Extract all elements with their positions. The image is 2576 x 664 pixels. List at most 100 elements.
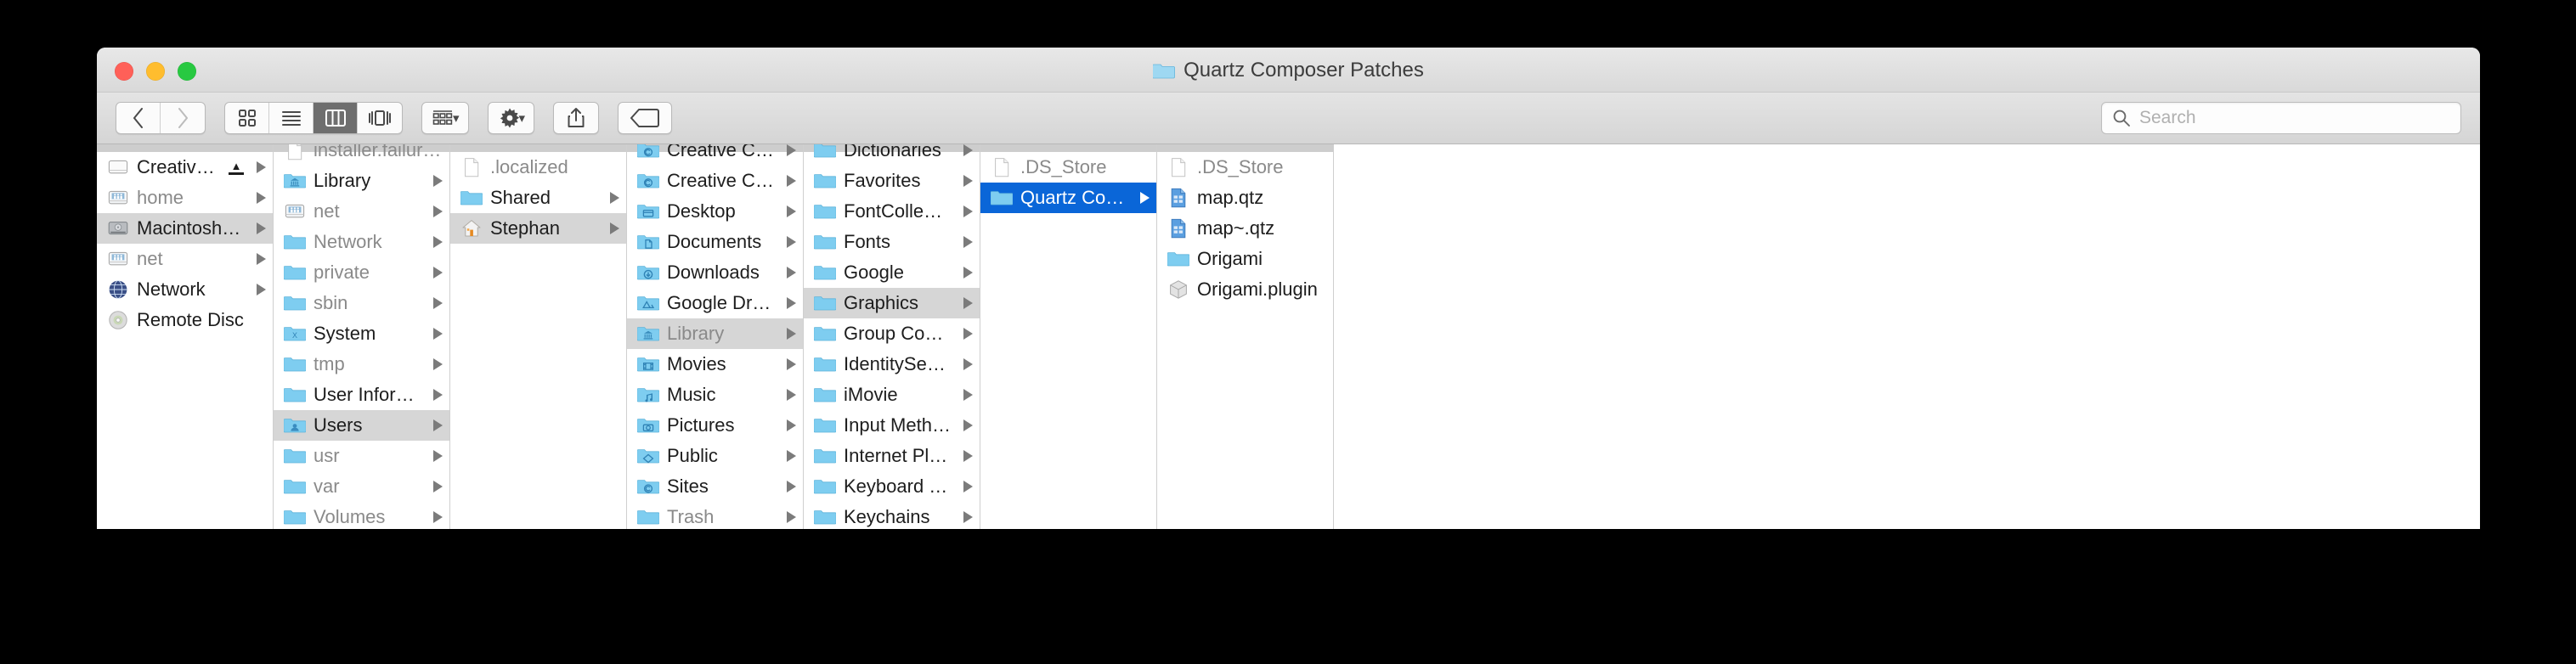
disclosure-arrow-icon[interactable] xyxy=(433,358,443,370)
column-scroll-track[interactable] xyxy=(450,144,626,152)
disclosure-arrow-icon[interactable] xyxy=(963,205,973,217)
list-item[interactable]: sbin xyxy=(274,288,449,318)
list-item[interactable]: Library xyxy=(274,166,449,196)
list-item[interactable]: Network xyxy=(274,227,449,257)
list-item[interactable]: User Information xyxy=(274,380,449,410)
disclosure-arrow-icon[interactable] xyxy=(610,192,619,204)
list-item[interactable]: Users xyxy=(274,410,449,441)
disclosure-arrow-icon[interactable] xyxy=(963,419,973,431)
disclosure-arrow-icon[interactable] xyxy=(787,175,796,187)
list-item[interactable]: Trash xyxy=(627,502,803,529)
disclosure-arrow-icon[interactable] xyxy=(787,419,796,431)
list-item[interactable]: X System xyxy=(274,318,449,349)
disclosure-arrow-icon[interactable] xyxy=(787,450,796,462)
disclosure-arrow-icon[interactable] xyxy=(787,297,796,309)
column-scroll-track[interactable] xyxy=(97,144,273,152)
list-item[interactable]: Music xyxy=(627,380,803,410)
disclosure-arrow-icon[interactable] xyxy=(963,511,973,523)
disclosure-arrow-icon[interactable] xyxy=(433,236,443,248)
window-titlebar[interactable]: Quartz Composer Patches xyxy=(97,48,2480,93)
list-item[interactable]: var xyxy=(274,471,449,502)
list-item[interactable]: Macintosh HD xyxy=(97,213,273,244)
column-scroll-track[interactable] xyxy=(980,144,1156,152)
list-item[interactable]: Favorites xyxy=(804,166,980,196)
list-item[interactable]: usr xyxy=(274,441,449,471)
disclosure-arrow-icon[interactable] xyxy=(610,222,619,234)
list-item[interactable]: Desktop xyxy=(627,196,803,227)
disclosure-arrow-icon[interactable] xyxy=(787,389,796,401)
list-item[interactable]: map.qtz xyxy=(1157,183,1333,213)
list-item[interactable]: installer.failurerequests xyxy=(274,144,449,166)
list-item[interactable]: Creative Cloud Files xyxy=(627,144,803,166)
disclosure-arrow-icon[interactable] xyxy=(787,481,796,492)
list-item[interactable]: Creative Clo…es (unknown) xyxy=(627,166,803,196)
disclosure-arrow-icon[interactable] xyxy=(257,253,266,265)
action-button[interactable]: ▾ xyxy=(487,102,535,134)
list-item[interactable]: Quartz Composer Patches xyxy=(980,183,1156,213)
disclosure-arrow-icon[interactable] xyxy=(433,205,443,217)
disclosure-arrow-icon[interactable] xyxy=(257,161,266,173)
list-item[interactable]: Origami xyxy=(1157,244,1333,274)
disclosure-arrow-icon[interactable] xyxy=(963,175,973,187)
list-item[interactable]: Creative…d Installer ▲ xyxy=(97,152,273,183)
share-button[interactable] xyxy=(553,102,600,134)
list-item[interactable]: Network xyxy=(97,274,273,305)
arrange-button[interactable]: ▾ xyxy=(421,102,469,134)
list-item[interactable]: Origami.plugin xyxy=(1157,274,1333,305)
disclosure-arrow-icon[interactable] xyxy=(433,328,443,340)
list-item[interactable]: Downloads xyxy=(627,257,803,288)
disclosure-arrow-icon[interactable] xyxy=(787,328,796,340)
disclosure-arrow-icon[interactable] xyxy=(257,192,266,204)
list-item[interactable]: .DS_Store xyxy=(1157,152,1333,183)
disclosure-arrow-icon[interactable] xyxy=(787,511,796,523)
search-input[interactable]: Search xyxy=(2139,108,2196,128)
list-item[interactable]: Documents xyxy=(627,227,803,257)
list-item[interactable]: Public xyxy=(627,441,803,471)
list-item[interactable]: Movies xyxy=(627,349,803,380)
list-item[interactable]: FontCollections xyxy=(804,196,980,227)
disclosure-arrow-icon[interactable] xyxy=(433,175,443,187)
list-item[interactable]: Group Containers xyxy=(804,318,980,349)
disclosure-arrow-icon[interactable] xyxy=(433,389,443,401)
list-item[interactable]: Graphics xyxy=(804,288,980,318)
disclosure-arrow-icon[interactable] xyxy=(257,222,266,234)
disclosure-arrow-icon[interactable] xyxy=(433,297,443,309)
list-item[interactable]: Fonts xyxy=(804,227,980,257)
disclosure-arrow-icon[interactable] xyxy=(963,267,973,279)
disclosure-arrow-icon[interactable] xyxy=(963,236,973,248)
coverflow-view-button[interactable] xyxy=(358,103,402,133)
disclosure-arrow-icon[interactable] xyxy=(963,450,973,462)
list-item[interactable]: Shared xyxy=(450,183,626,213)
disclosure-arrow-icon[interactable] xyxy=(433,511,443,523)
list-item[interactable]: Google xyxy=(804,257,980,288)
list-item[interactable]: Stephan xyxy=(450,213,626,244)
search-field[interactable]: Search xyxy=(2101,102,2461,134)
disclosure-arrow-icon[interactable] xyxy=(963,358,973,370)
tags-button[interactable] xyxy=(618,102,673,134)
list-item[interactable]: IdentityServices xyxy=(804,349,980,380)
list-item[interactable]: map~.qtz xyxy=(1157,213,1333,244)
list-item[interactable]: private xyxy=(274,257,449,288)
list-item[interactable]: Remote Disc xyxy=(97,305,273,335)
eject-icon[interactable]: ▲ xyxy=(229,160,244,175)
column-view-button[interactable] xyxy=(314,103,358,133)
disclosure-arrow-icon[interactable] xyxy=(433,450,443,462)
list-item[interactable]: home xyxy=(97,183,273,213)
list-item[interactable]: Sites xyxy=(627,471,803,502)
disclosure-arrow-icon[interactable] xyxy=(787,267,796,279)
list-item[interactable]: Internet Plug-Ins xyxy=(804,441,980,471)
forward-button[interactable] xyxy=(161,103,205,133)
list-item[interactable]: Pictures xyxy=(627,410,803,441)
disclosure-arrow-icon[interactable] xyxy=(433,267,443,279)
disclosure-arrow-icon[interactable] xyxy=(787,144,796,156)
disclosure-arrow-icon[interactable] xyxy=(433,481,443,492)
disclosure-arrow-icon[interactable] xyxy=(1140,192,1150,204)
list-item[interactable]: tmp xyxy=(274,349,449,380)
list-item[interactable]: net xyxy=(97,244,273,274)
disclosure-arrow-icon[interactable] xyxy=(787,205,796,217)
disclosure-arrow-icon[interactable] xyxy=(963,297,973,309)
list-item[interactable]: .DS_Store xyxy=(980,152,1156,183)
column-scroll-track[interactable] xyxy=(1157,144,1333,152)
disclosure-arrow-icon[interactable] xyxy=(963,144,973,156)
list-item[interactable]: .localized xyxy=(450,152,626,183)
